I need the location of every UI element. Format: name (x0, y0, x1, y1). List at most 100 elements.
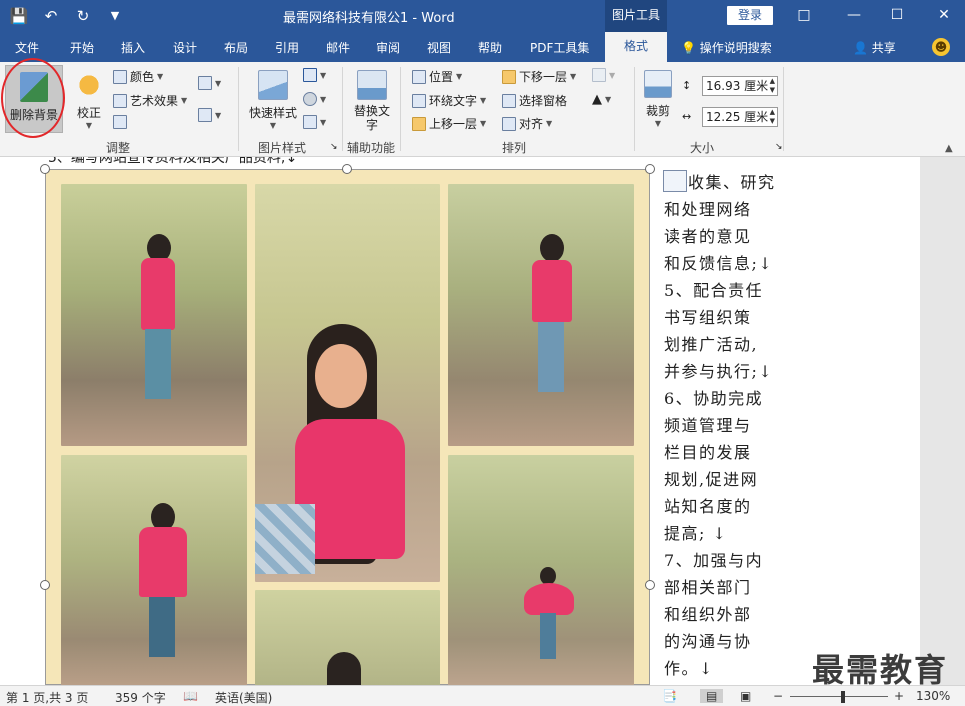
size-dialog-launcher-icon[interactable]: ↘ (775, 142, 783, 152)
resize-handle-top[interactable] (342, 164, 352, 174)
maximize-icon[interactable]: ☐ (885, 4, 909, 26)
quick-styles-dropdown-icon: ▼ (269, 121, 277, 130)
text-line: 7、加强与内 (664, 551, 764, 570)
zoom-slider[interactable] (790, 696, 888, 697)
photo-tile (61, 455, 247, 685)
group-separator (342, 67, 343, 151)
wrap-text-label: 环绕文字 (429, 94, 478, 108)
text-line: 作。↓ (664, 659, 714, 678)
rotate-dropdown-icon: ▼ (605, 95, 612, 104)
tab-file[interactable]: 文件 (15, 39, 39, 56)
photo-tile (448, 184, 634, 446)
language[interactable]: 英语(美国) (215, 689, 272, 706)
group-objects-icon (592, 68, 606, 82)
height-input[interactable]: 16.93 厘米 ▲ ▼ (702, 76, 778, 96)
crop-button[interactable]: 裁剪 ▼ (642, 70, 674, 128)
tab-design[interactable]: 设计 (173, 39, 197, 56)
share-button[interactable]: 👤 共享 (853, 39, 896, 56)
color-button[interactable]: 颜色 ▼ (113, 68, 163, 85)
alt-text-button[interactable]: 替换文字 (352, 70, 392, 132)
tab-insert[interactable]: 插入 (121, 39, 145, 56)
resize-handle-top-right[interactable] (645, 164, 655, 174)
minimize-icon[interactable]: — (842, 4, 866, 26)
adjust-group-label: 调整 (106, 141, 131, 155)
align-button[interactable]: 对齐 ▼ (502, 115, 552, 132)
bring-forward-button[interactable]: 上移一层 ▼ (412, 115, 486, 132)
artistic-effects-dropdown-icon: ▼ (181, 96, 188, 105)
page-count[interactable]: 第 1 页,共 3 页 (6, 689, 88, 706)
tab-mailings[interactable]: 邮件 (326, 39, 350, 56)
send-backward-button[interactable]: 下移一层 ▼ (502, 68, 576, 85)
quick-styles-button[interactable]: 快速样式 ▼ (247, 70, 299, 130)
tab-format[interactable]: 格式 (605, 32, 667, 62)
selected-picture[interactable] (45, 169, 650, 685)
quick-styles-label: 快速样式 (248, 106, 297, 120)
compress-pictures-icon (113, 115, 127, 129)
selection-pane-button[interactable]: 选择窗格 (502, 92, 567, 109)
zoom-out-icon[interactable]: − (773, 689, 783, 703)
resize-handle-left[interactable] (40, 580, 50, 590)
compress-pictures-button[interactable] (113, 115, 127, 129)
picture-effects-button[interactable]: ▼ (303, 92, 326, 106)
corrections-button[interactable]: 校正 ▼ (72, 70, 106, 130)
tab-help[interactable]: 帮助 (478, 39, 502, 56)
redo-icon[interactable]: ↻ (72, 5, 94, 27)
login-button[interactable]: 登录 (727, 6, 773, 25)
color-dropdown-icon: ▼ (157, 72, 164, 81)
artistic-effects-icon (113, 93, 127, 108)
color-icon (113, 69, 127, 84)
resize-handle-right[interactable] (645, 580, 655, 590)
close-icon[interactable]: ✕ (932, 4, 956, 26)
tab-view[interactable]: 视图 (427, 39, 451, 56)
reset-picture-button[interactable]: ▼ (198, 108, 221, 122)
proofing-icon[interactable]: 📖 (183, 689, 198, 703)
save-icon[interactable]: 💾 (8, 5, 30, 27)
document-page[interactable]: 5、编写网站宣传资料及相关产品资料;↓ 收集、研究 和处理网络 读者的意见 和反… (0, 157, 920, 685)
group-objects-button[interactable]: ▼ (592, 68, 615, 82)
width-input[interactable]: 12.25 厘米 ▲ ▼ (702, 107, 778, 127)
read-mode-icon[interactable]: 📑 (662, 689, 677, 703)
collapse-ribbon-icon[interactable]: ▲ (945, 143, 953, 154)
group-separator (634, 67, 635, 151)
feedback-smiley-icon[interactable]: ☻ (932, 38, 950, 56)
bring-forward-dropdown-icon: ▼ (480, 119, 487, 128)
artistic-effects-label: 艺术效果 (130, 94, 179, 108)
ribbon-display-icon[interactable]: □ (792, 4, 816, 26)
corrections-label: 校正 (76, 106, 101, 120)
tab-home[interactable]: 开始 (70, 39, 94, 56)
alt-text-icon (357, 70, 387, 100)
width-spinner-icon[interactable]: ▲ ▼ (770, 108, 775, 126)
zoom-in-icon[interactable]: + (894, 689, 904, 703)
tab-references[interactable]: 引用 (275, 39, 299, 56)
tab-layout[interactable]: 布局 (224, 39, 248, 56)
zoom-slider-thumb[interactable] (841, 691, 845, 703)
align-icon (502, 116, 516, 131)
change-picture-button[interactable]: ▼ (198, 76, 221, 90)
undo-icon[interactable]: ↶ (40, 5, 62, 27)
alt-text-label: 替换文字 (354, 104, 391, 132)
print-layout-icon[interactable]: ▤ (700, 689, 724, 703)
wrap-text-button[interactable]: 环绕文字 ▼ (412, 92, 486, 109)
rotate-button[interactable]: ▲ ▼ (592, 92, 611, 107)
picture-border-button[interactable]: ▼ (303, 68, 326, 82)
height-value: 16.93 厘米 (706, 79, 769, 93)
web-layout-icon[interactable]: ▣ (740, 689, 751, 703)
resize-handle-top-left[interactable] (40, 164, 50, 174)
zoom-level[interactable]: 130% (916, 689, 950, 703)
ribbon: 删除背景 校正 ▼ 颜色 ▼ 艺术效果 ▼ ▼ ▼ 调整 快速样式 ▼ ▼ ▼ (0, 62, 965, 157)
word-count[interactable]: 359 个字 (115, 689, 166, 706)
corrections-dropdown-icon: ▼ (85, 121, 93, 130)
tab-review[interactable]: 审阅 (376, 39, 400, 56)
bring-forward-icon (412, 116, 426, 131)
corrections-sun-icon (74, 70, 104, 100)
customize-qat-icon[interactable]: ▼ (104, 5, 126, 27)
tell-me-search[interactable]: 💡 操作说明搜索 (681, 39, 772, 56)
artistic-effects-button[interactable]: 艺术效果 ▼ (113, 92, 187, 109)
picture-styles-dialog-launcher-icon[interactable]: ↘ (330, 142, 338, 152)
position-button[interactable]: 位置 ▼ (412, 68, 462, 85)
text-line: 提高; ↓ (664, 524, 728, 543)
picture-layout-button[interactable]: ▼ (303, 115, 326, 129)
document-area[interactable]: 5、编写网站宣传资料及相关产品资料;↓ 收集、研究 和处理网络 读者的意见 和反… (0, 157, 965, 685)
tab-pdf-tools[interactable]: PDF工具集 (530, 39, 589, 56)
height-spinner-icon[interactable]: ▲ ▼ (770, 77, 775, 95)
